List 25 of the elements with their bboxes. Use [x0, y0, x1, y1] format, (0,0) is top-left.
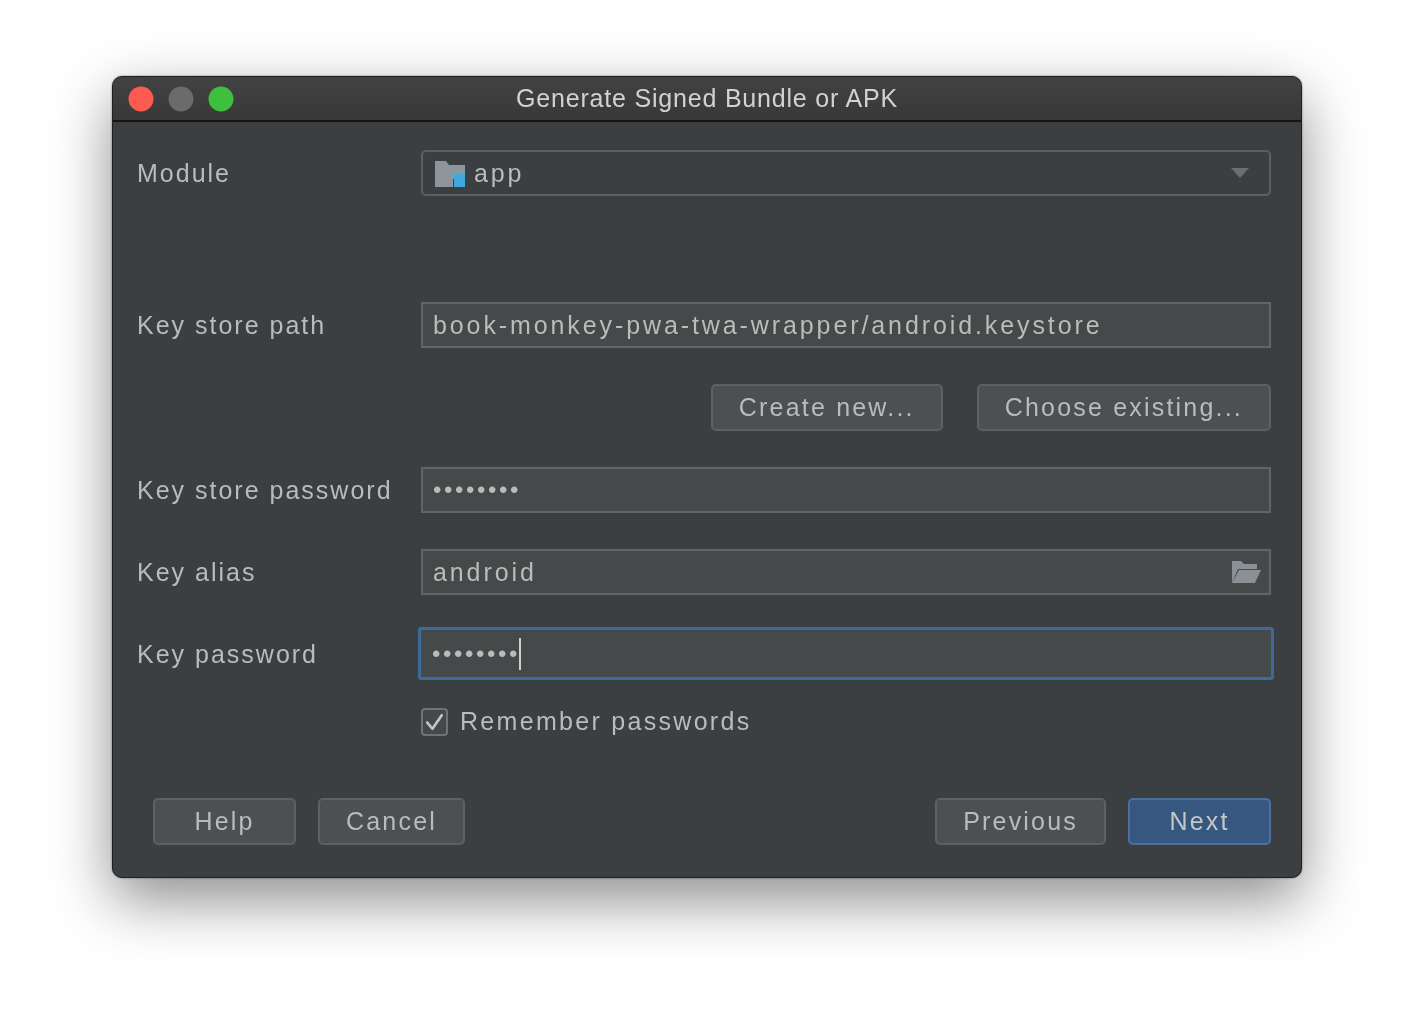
- remember-checkbox[interactable]: [421, 707, 448, 736]
- dialog-button[interactable]: Cancel: [318, 798, 466, 845]
- zoom-icon[interactable]: [208, 86, 234, 112]
- text-cursor-icon: [519, 637, 522, 670]
- alias-field[interactable]: android: [421, 549, 1271, 595]
- password-field[interactable]: ••••••••: [418, 627, 1274, 680]
- field-label: Key password: [137, 639, 320, 669]
- close-icon[interactable]: [128, 86, 154, 112]
- module-folder-icon: [435, 159, 465, 187]
- password-field[interactable]: ••••••••: [421, 467, 1271, 513]
- dialog-button[interactable]: Create new...: [710, 384, 943, 431]
- folder-icon[interactable]: [1231, 561, 1261, 583]
- dialog-button[interactable]: Previous: [935, 798, 1106, 845]
- primary-button[interactable]: Next: [1128, 798, 1271, 845]
- dialog-button[interactable]: Choose existing...: [976, 384, 1271, 431]
- module-dropdown[interactable]: app: [421, 150, 1271, 196]
- field-label: Key alias: [137, 557, 258, 587]
- dropdown-caret-icon: [1231, 168, 1249, 178]
- dialog-button[interactable]: Help: [153, 798, 296, 845]
- checkbox-label: Remember passwords: [460, 707, 752, 736]
- field-label: Module: [137, 158, 232, 188]
- text-field[interactable]: book-monkey-pwa-twa-wrapper/android.keystore: [421, 302, 1271, 348]
- window-title: Generate Signed Bundle or APK: [516, 84, 898, 113]
- field-label: Key store password: [137, 475, 394, 505]
- field-label: Key store path: [137, 310, 328, 340]
